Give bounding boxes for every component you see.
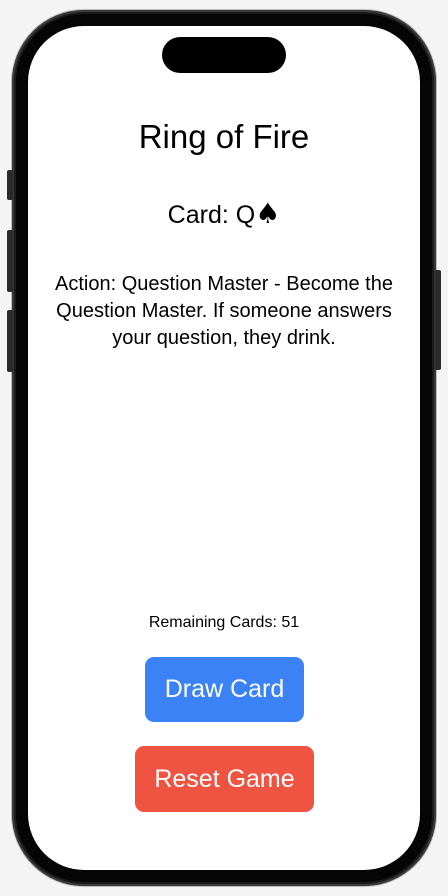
spade-icon: ♠	[255, 197, 281, 230]
card-label: Card: Q	[167, 201, 256, 229]
silent-switch	[7, 170, 13, 200]
app-screen: Ring of Fire Card: Q♠ Action: Question M…	[28, 26, 420, 870]
page-title: Ring of Fire	[138, 118, 310, 155]
draw-card-button[interactable]: Draw Card	[145, 657, 304, 722]
power-button	[435, 270, 441, 370]
remaining-cards-count: Remaining Cards: 51	[148, 614, 300, 631]
card-action-text: Action: Question Master - Become the Que…	[55, 273, 393, 349]
dynamic-island	[162, 37, 286, 73]
reset-game-button[interactable]: Reset Game	[135, 746, 314, 812]
current-card: Card: Q♠	[28, 196, 420, 233]
volume-down-button	[7, 310, 13, 372]
volume-up-button	[7, 230, 13, 292]
